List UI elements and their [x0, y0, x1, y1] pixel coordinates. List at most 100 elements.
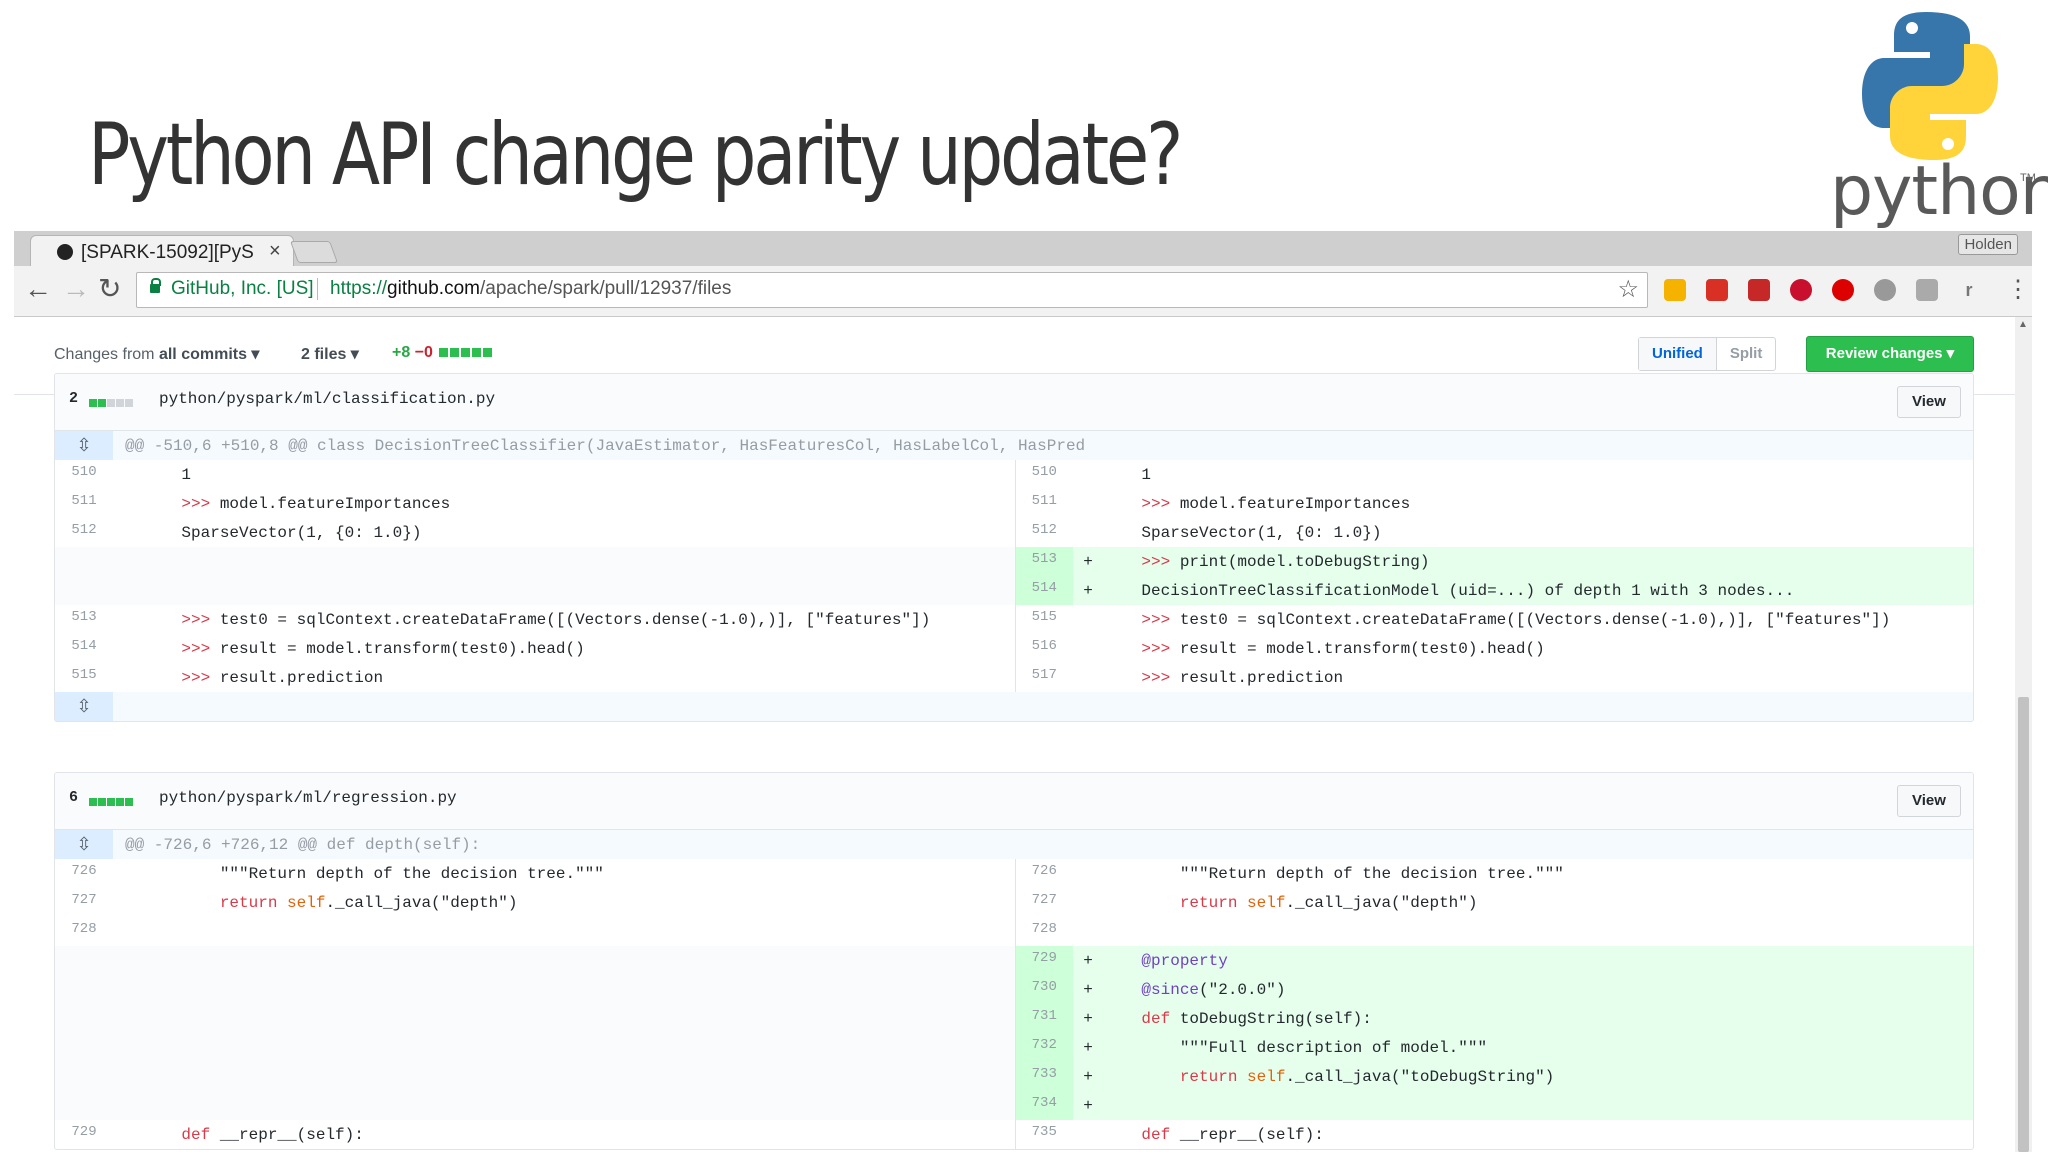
file-path[interactable]: python/pyspark/ml/regression.py	[159, 789, 457, 807]
address-bar[interactable]: GitHub, Inc. [US] https://github.com/apa…	[136, 272, 1648, 308]
left-marker	[113, 547, 143, 576]
right-line-number[interactable]: 513	[1015, 547, 1073, 576]
left-marker	[113, 1033, 143, 1062]
bookmark-star-icon[interactable]: ☆	[1617, 275, 1639, 304]
expand-lines-icon[interactable]: ⇳	[55, 431, 113, 460]
left-marker	[113, 888, 143, 917]
diff-view-toggle: Unified Split	[1638, 337, 1777, 371]
forward-arrow-icon[interactable]: →	[62, 275, 90, 303]
right-line-number[interactable]: 732	[1015, 1033, 1073, 1062]
right-line-number[interactable]: 512	[1015, 518, 1073, 547]
diffstat: +8 −0	[392, 344, 493, 362]
diff-row: 727 return self._call_java("depth") 727 r…	[55, 888, 1973, 917]
right-line-number[interactable]: 516	[1015, 634, 1073, 663]
review-changes-button[interactable]: Review changes ▾	[1806, 336, 1974, 372]
left-marker	[113, 634, 143, 663]
diff-row: 731 + def toDebugString(self):	[55, 1004, 1973, 1033]
extension-r-icon[interactable]: r	[1958, 279, 1980, 301]
adblock-plus-icon[interactable]	[1832, 279, 1854, 301]
scrollbar-thumb[interactable]	[2018, 697, 2029, 1152]
right-line-number[interactable]: 726	[1015, 859, 1073, 888]
url-host: github.com	[387, 278, 480, 299]
left-line-number[interactable]: 511	[55, 489, 113, 518]
expand-lines-icon[interactable]: ⇳	[55, 830, 113, 859]
pinterest-icon[interactable]	[1790, 279, 1812, 301]
hunk-header-row: ⇳ @@ -510,6 +510,8 @@ class DecisionTreeC…	[55, 431, 1973, 460]
right-code: return self._call_java("toDebugString")	[1103, 1062, 1973, 1091]
page-scrollbar[interactable]: ▲	[2015, 317, 2032, 1152]
url-text: https://github.com/apache/spark/pull/129…	[330, 278, 731, 300]
diff-row: 729 def __repr__(self): 735 def __repr__(…	[55, 1120, 1973, 1149]
left-line-number[interactable]	[55, 1091, 113, 1120]
left-code	[143, 1004, 1016, 1033]
left-line-number[interactable]: 728	[55, 917, 113, 946]
right-line-number[interactable]: 728	[1015, 917, 1073, 946]
left-marker	[113, 975, 143, 1004]
reload-icon[interactable]: ↻	[98, 275, 121, 303]
right-marker	[1073, 489, 1103, 518]
left-line-number[interactable]: 515	[55, 663, 113, 692]
left-line-number[interactable]	[55, 975, 113, 1004]
right-marker	[1073, 1120, 1103, 1149]
right-line-number[interactable]: 517	[1015, 663, 1073, 692]
left-line-number[interactable]: 514	[55, 634, 113, 663]
left-line-number[interactable]	[55, 1033, 113, 1062]
left-line-number[interactable]: 727	[55, 888, 113, 917]
file-path[interactable]: python/pyspark/ml/classification.py	[159, 390, 495, 408]
left-code	[143, 1033, 1016, 1062]
close-tab-icon[interactable]: ×	[269, 240, 281, 263]
changes-from-filter[interactable]: Changes from all commits ▾	[54, 344, 259, 364]
split-button[interactable]: Split	[1717, 338, 1776, 370]
right-code: SparseVector(1, {0: 1.0})	[1103, 523, 1382, 542]
left-line-number[interactable]	[55, 946, 113, 975]
reddit-icon[interactable]	[1874, 279, 1896, 301]
left-code	[143, 975, 1016, 1004]
left-line-number[interactable]: 510	[55, 460, 113, 489]
browser-tab[interactable]: [SPARK-15092][PyS ×	[30, 235, 294, 267]
diff-row: 514 + DecisionTreeClassificationModel (ui…	[55, 576, 1973, 605]
back-arrow-icon[interactable]: ←	[24, 275, 52, 303]
view-file-button[interactable]: View	[1897, 785, 1961, 817]
view-file-button[interactable]: View	[1897, 386, 1961, 418]
right-line-number[interactable]: 511	[1015, 489, 1073, 518]
right-line-number[interactable]: 730	[1015, 975, 1073, 1004]
right-line-number[interactable]: 514	[1015, 576, 1073, 605]
right-line-number[interactable]: 733	[1015, 1062, 1073, 1091]
left-marker	[113, 576, 143, 605]
left-code: >>> result = model.transform(test0).head…	[143, 634, 1016, 663]
left-line-number[interactable]: 513	[55, 605, 113, 634]
right-line-number[interactable]: 735	[1015, 1120, 1073, 1149]
scroll-up-arrow-icon[interactable]: ▲	[2018, 319, 2028, 330]
right-line-number[interactable]: 727	[1015, 888, 1073, 917]
profile-button[interactable]: Holden	[1958, 234, 2018, 255]
right-line-number[interactable]: 510	[1015, 460, 1073, 489]
extension-bookmark-icon[interactable]	[1706, 279, 1728, 301]
left-line-number[interactable]	[55, 1062, 113, 1091]
right-marker	[1073, 518, 1103, 547]
diff-row: 513 + >>> print(model.toDebugString)	[55, 547, 1973, 576]
right-marker: +	[1073, 1033, 1103, 1062]
right-line-number[interactable]: 515	[1015, 605, 1073, 634]
extension-g-icon[interactable]	[1916, 279, 1938, 301]
right-marker: +	[1073, 576, 1103, 605]
expand-lines-icon[interactable]: ⇳	[55, 692, 113, 721]
diff-row: 734 +	[55, 1091, 1973, 1120]
extension-honey-icon[interactable]	[1664, 279, 1686, 301]
left-line-number[interactable]: 726	[55, 859, 113, 888]
extension-lastpass-icon[interactable]	[1748, 279, 1770, 301]
menu-dots-icon[interactable]: ⋮	[2006, 278, 2030, 302]
left-line-number[interactable]	[55, 547, 113, 576]
left-line-number[interactable]: 512	[55, 518, 113, 547]
left-line-number[interactable]: 729	[55, 1120, 113, 1149]
new-tab-button[interactable]	[289, 241, 339, 263]
right-line-number[interactable]: 731	[1015, 1004, 1073, 1033]
left-line-number[interactable]	[55, 576, 113, 605]
slide-title: Python API change parity update?	[88, 105, 1183, 205]
files-dropdown[interactable]: 2 files ▾	[301, 344, 359, 364]
right-line-number[interactable]: 734	[1015, 1091, 1073, 1120]
diff-file-regression: 6 python/pyspark/ml/regression.py View ⇳…	[54, 772, 1974, 1150]
left-line-number[interactable]	[55, 1004, 113, 1033]
unified-button[interactable]: Unified	[1639, 338, 1717, 370]
right-line-number[interactable]: 729	[1015, 946, 1073, 975]
diff-row: 515 >>> result.prediction 517 >>> result.…	[55, 663, 1973, 692]
